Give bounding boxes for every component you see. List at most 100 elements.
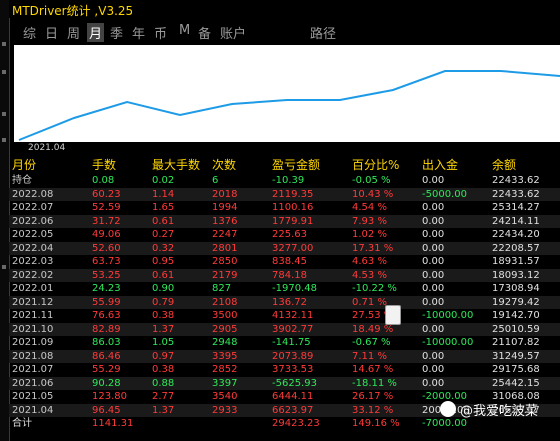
cell-lots: 90.28	[92, 377, 121, 389]
checkbox-widget[interactable]	[385, 305, 401, 325]
tab-magic[interactable]: M	[179, 23, 190, 38]
cell-max-lots: 0.61	[152, 215, 175, 227]
header-percent: 百分比%	[352, 158, 400, 172]
tab-account[interactable]: 账户	[220, 23, 246, 42]
window-title: MTDriver统计 ,V3.25	[12, 4, 134, 18]
cell-month: 2021.04	[12, 404, 54, 416]
balance-line	[18, 70, 560, 141]
cell-percent: 4.54 %	[352, 202, 387, 213]
cell-trades: 2852	[212, 364, 238, 375]
cell-balance: 25442.15	[492, 377, 540, 389]
cell-max-lots: 0.79	[152, 296, 175, 308]
cell-month: 2022.01	[12, 283, 54, 294]
cell-profit: 4132.11	[272, 310, 314, 321]
cell-month: 2021.08	[12, 350, 54, 362]
tab-year[interactable]: 年	[132, 23, 145, 42]
cell-percent: 7.11 %	[352, 350, 387, 362]
balance-chart	[14, 45, 560, 142]
tab-path[interactable]: 路径	[310, 23, 336, 42]
cell-trades: 2018	[212, 188, 238, 200]
cell-deposit-withdrawal: 0.00	[422, 202, 445, 213]
cell-profit: -5625.93	[272, 377, 317, 389]
toolbar-marker	[2, 112, 6, 116]
header-trades: 次数	[212, 158, 237, 172]
table-row: 2022.05 49.06 0.27 2247 225.63 1.02 % 0.00 2243…	[9, 228, 560, 241]
cell-profit: 6623.97	[272, 404, 314, 416]
cell-deposit-withdrawal: -10000.00	[422, 337, 474, 348]
tab-month[interactable]: 月	[87, 23, 105, 42]
cell-max-lots: 0.32	[152, 242, 175, 254]
cell-percent: 4.63 %	[352, 256, 387, 267]
cell-lots: 1141.31	[92, 418, 134, 429]
cell-lots: 52.59	[92, 202, 121, 213]
cell-lots: 86.46	[92, 350, 121, 362]
cell-trades: 6	[212, 175, 219, 186]
cell-trades: 2179	[212, 269, 238, 281]
table-row: 2022.07 52.59 1.65 1994 1100.16 4.54 % 0.00 253…	[9, 201, 560, 214]
cell-trades: 3395	[212, 350, 238, 362]
tab-day[interactable]: 日	[45, 23, 58, 42]
cell-profit: 225.63	[272, 229, 307, 240]
cell-lots: 52.60	[92, 242, 121, 254]
cell-trades: 3500	[212, 310, 238, 321]
cell-profit: 29423.23	[272, 418, 320, 429]
cell-profit: 6444.11	[272, 391, 314, 402]
cell-lots: 60.23	[92, 188, 121, 200]
cell-balance: 18931.57	[492, 256, 540, 267]
cell-percent: 26.17 %	[352, 391, 394, 402]
cell-balance: 22208.57	[492, 242, 540, 254]
toolbar-marker	[2, 70, 6, 74]
cell-month: 2022.05	[12, 229, 54, 240]
cell-lots: 63.73	[92, 256, 121, 267]
cell-month: 2021.09	[12, 337, 54, 348]
cell-trades: 3540	[212, 391, 238, 402]
cell-deposit-withdrawal: 0.00	[422, 229, 445, 240]
table-header-row: 月份 手数 最大手数 次数 盈亏金额 百分比% 出入金 余额	[9, 158, 560, 172]
table-row: 2021.07 55.29 0.38 2852 3733.53 14.67 % 0.00 29…	[9, 363, 560, 376]
cell-trades: 3397	[212, 377, 238, 389]
cell-profit: 3277.00	[272, 242, 314, 254]
cell-lots: 55.99	[92, 296, 121, 308]
weibo-logo-icon	[440, 401, 456, 417]
cell-lots: 55.29	[92, 364, 121, 375]
cell-max-lots: 0.61	[152, 269, 175, 281]
tab-quarter[interactable]: 季	[110, 23, 123, 42]
cell-lots: 76.63	[92, 310, 121, 321]
cell-deposit-withdrawal: 0.00	[422, 364, 445, 375]
cell-month: 2022.04	[12, 242, 54, 254]
toolbar-marker	[2, 138, 6, 142]
cell-percent: -10.22 %	[352, 283, 397, 294]
tab-week[interactable]: 周	[67, 23, 80, 42]
cell-max-lots: 0.38	[152, 364, 175, 375]
cell-max-lots: 0.38	[152, 310, 175, 321]
cell-deposit-withdrawal: 0.00	[422, 269, 445, 281]
cell-deposit-withdrawal: 0.00	[422, 215, 445, 227]
cell-profit: 2073.89	[272, 350, 314, 362]
tab-note[interactable]: 备	[198, 23, 211, 42]
cell-profit: -10.39	[272, 175, 305, 186]
balance-chart-svg	[18, 70, 560, 141]
tab-summary[interactable]: 综	[23, 23, 36, 42]
cell-max-lots: 0.97	[152, 350, 175, 362]
table-position-row: 持仓 0.08 0.02 6 -10.39 -0.05 % 0.00 22433.62	[9, 174, 560, 187]
cell-max-lots: 1.37	[152, 404, 175, 416]
cell-max-lots: 0.95	[152, 256, 175, 267]
tab-currency[interactable]: 币	[154, 23, 167, 42]
cell-balance: 19142.70	[492, 310, 540, 321]
cell-percent: -0.67 %	[352, 337, 391, 348]
cell-trades: 2801	[212, 242, 238, 254]
cell-trades: 827	[212, 283, 232, 294]
table-row: 2022.03 63.73 0.95 2850 838.45 4.63 % 0.00 1893…	[9, 255, 560, 268]
cell-balance: 29175.68	[492, 364, 540, 375]
cell-profit: 136.72	[272, 296, 307, 308]
cell-lots: 0.08	[92, 175, 115, 186]
cell-month: 2022.03	[12, 256, 54, 267]
cell-profit: 838.45	[272, 256, 307, 267]
cell-month: 2021.07	[12, 364, 54, 375]
cell-balance: 18093.12	[492, 269, 540, 281]
table-row: 2022.08 60.23 1.14 2018 2119.35 10.43 % -5000.…	[9, 187, 560, 201]
cell-trades: 1376	[212, 215, 238, 227]
cell-lots: 24.23	[92, 283, 121, 294]
cell-max-lots: 1.14	[152, 188, 175, 200]
cell-deposit-withdrawal: 0.00	[422, 283, 445, 294]
